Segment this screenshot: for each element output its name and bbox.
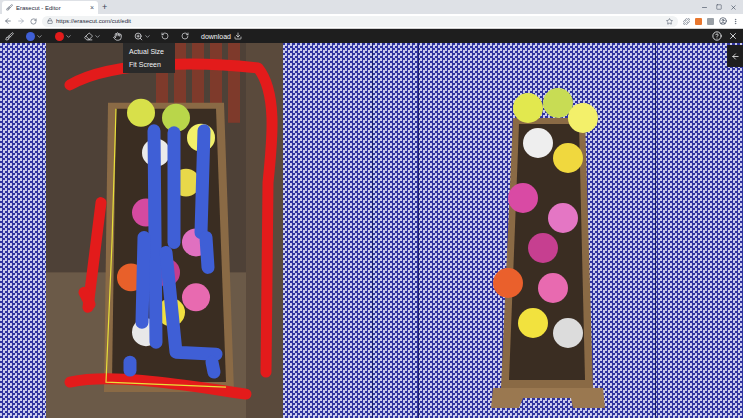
zoom-menu-item[interactable]: Actual Size <box>123 45 175 58</box>
hand-icon[interactable] <box>113 32 122 41</box>
tab-strip: Erasecut - Editor×+ <box>0 0 743 14</box>
canvas-divider <box>418 43 419 418</box>
minimize-icon[interactable] <box>701 4 708 11</box>
tab-close[interactable]: × <box>90 4 94 11</box>
tab-title: Erasecut - Editor <box>16 5 87 11</box>
zoom-icon <box>134 32 143 41</box>
dropdown-caret-icon <box>36 33 43 40</box>
remove-color-swatch <box>55 32 64 41</box>
eraser-tool[interactable] <box>84 32 101 41</box>
editor-toolbar: download <box>0 29 743 43</box>
canvas-divider <box>655 43 656 418</box>
browser-window: Erasecut - Editor×+https://erasecut.com/… <box>0 0 743 418</box>
dropdown-caret-icon <box>65 33 72 40</box>
remove-color-picker[interactable] <box>55 32 72 41</box>
undo-icon[interactable] <box>161 32 169 40</box>
download-button[interactable]: download <box>201 32 242 40</box>
download-icon <box>234 32 242 40</box>
reload-icon[interactable] <box>30 18 37 25</box>
source-photo-with-marks[interactable] <box>46 43 283 418</box>
download-label: download <box>201 33 231 40</box>
profile-icon[interactable] <box>719 17 727 25</box>
address-bar-row: https://erasecut.com/cut/edit <box>0 14 743 29</box>
browser-chrome: Erasecut - Editor×+https://erasecut.com/… <box>0 0 743 29</box>
eraser-icon <box>84 32 93 41</box>
lock-icon <box>47 18 53 24</box>
editor-canvas[interactable]: Actual SizeFit Screen <box>0 43 743 418</box>
extension-icon[interactable] <box>683 18 690 25</box>
browser-tab[interactable]: Erasecut - Editor× <box>2 1 98 14</box>
arrow-left-icon <box>731 52 740 61</box>
favicon-icon <box>6 4 13 11</box>
back-icon[interactable] <box>4 17 12 25</box>
address-field[interactable]: https://erasecut.com/cut/edit <box>42 16 678 27</box>
new-tab-button[interactable]: + <box>98 3 111 12</box>
redo-icon[interactable] <box>181 32 189 40</box>
bookmark-star-icon[interactable] <box>666 18 673 25</box>
keep-color-picker[interactable] <box>26 32 43 41</box>
zoom-tool[interactable] <box>134 32 151 41</box>
keep-color-swatch <box>26 32 35 41</box>
extension-icon[interactable] <box>695 18 702 25</box>
url-text: https://erasecut.com/cut/edit <box>56 18 131 24</box>
forward-icon[interactable] <box>17 17 25 25</box>
menu-icon[interactable] <box>732 18 739 25</box>
side-panel-toggle[interactable] <box>727 45 743 67</box>
dropdown-caret-icon <box>94 33 101 40</box>
brush-icon[interactable] <box>5 32 14 41</box>
help-icon[interactable] <box>712 31 722 41</box>
zoom-menu-item[interactable]: Fit Screen <box>123 58 175 71</box>
close-window-icon[interactable] <box>730 4 737 11</box>
dropdown-caret-icon <box>144 33 151 40</box>
maximize-icon[interactable] <box>716 4 722 10</box>
extension-icon[interactable] <box>707 18 714 25</box>
close-editor-icon[interactable] <box>728 31 738 41</box>
zoom-menu: Actual SizeFit Screen <box>123 43 175 73</box>
cutout-result-image <box>473 88 613 408</box>
canvas-divider <box>372 43 373 418</box>
